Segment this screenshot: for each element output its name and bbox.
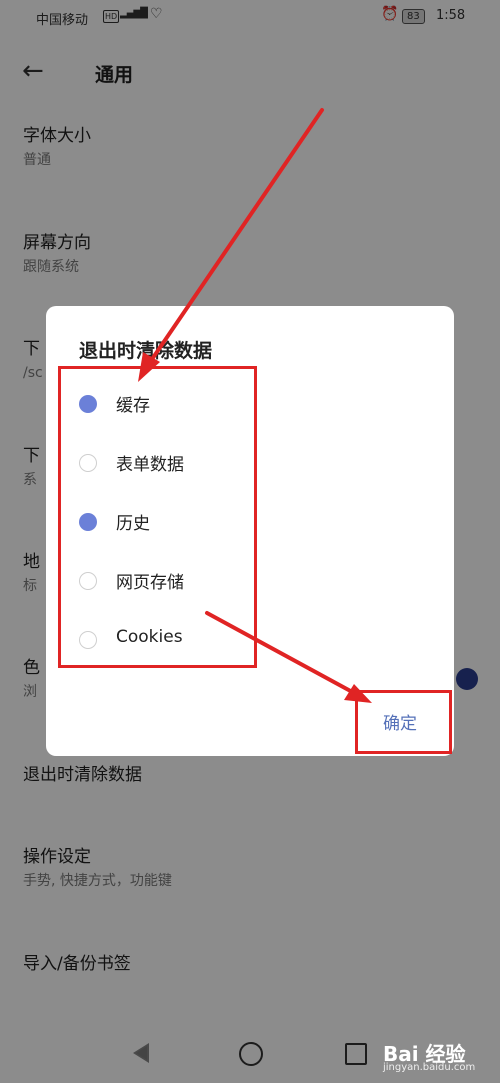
arrow-to-confirm-line [205,611,358,696]
arrow-to-confirm-head [344,684,372,703]
arrow-to-options-head [138,352,160,382]
annotation-arrows [138,108,372,703]
arrow-to-options-line [144,108,324,370]
